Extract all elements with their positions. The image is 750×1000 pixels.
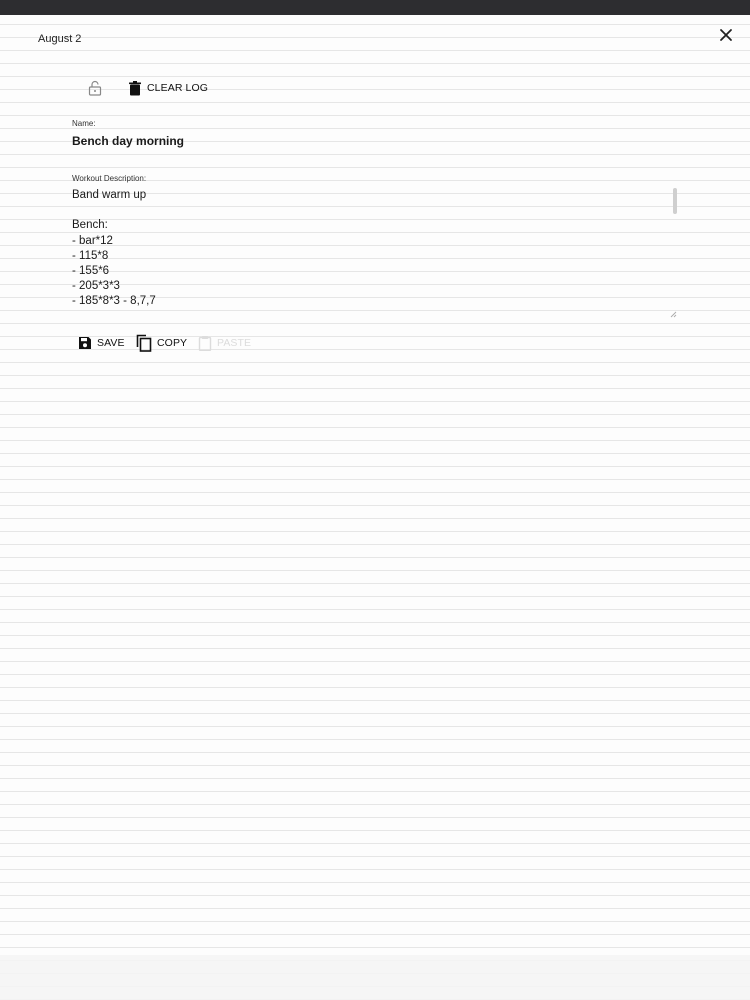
lock-toggle-button[interactable] (86, 78, 104, 98)
paste-button: PASTE (198, 333, 251, 353)
clear-log-button[interactable]: CLEAR LOG (128, 78, 208, 98)
name-field[interactable]: Bench day morning (72, 134, 184, 148)
floppy-disk-icon (79, 337, 91, 349)
clear-log-label: CLEAR LOG (147, 82, 209, 94)
description-label: Workout Description: (72, 174, 147, 183)
resize-handle[interactable] (669, 305, 677, 318)
copy-icon (136, 334, 152, 352)
description-scrollbar[interactable] (673, 186, 678, 313)
description-text: Band warm up Bench: - bar*12 - 115*8 - 1… (72, 189, 156, 308)
copy-button[interactable]: COPY (136, 333, 187, 353)
toolbar: CLEAR LOG (0, 76, 750, 100)
trash-icon (129, 81, 141, 96)
save-label: SAVE (97, 337, 125, 349)
close-button[interactable] (715, 24, 737, 46)
close-icon (720, 29, 732, 41)
action-bar: SAVE COPY PASTE (0, 332, 750, 354)
paste-label: PASTE (217, 337, 252, 349)
resize-grip-icon (670, 311, 677, 318)
copy-label: COPY (157, 337, 188, 349)
description-textarea[interactable]: Band warm up Bench: - bar*12 - 115*8 - 1… (70, 186, 678, 313)
save-button[interactable]: SAVE (78, 333, 125, 353)
scrollbar-thumb[interactable] (673, 188, 677, 214)
lock-open-icon (88, 80, 102, 96)
status-bar (0, 0, 750, 15)
name-label: Name: (72, 119, 96, 128)
bottom-bar (0, 955, 750, 1000)
page-title: August 2 (38, 33, 82, 45)
clipboard-icon (198, 336, 212, 351)
